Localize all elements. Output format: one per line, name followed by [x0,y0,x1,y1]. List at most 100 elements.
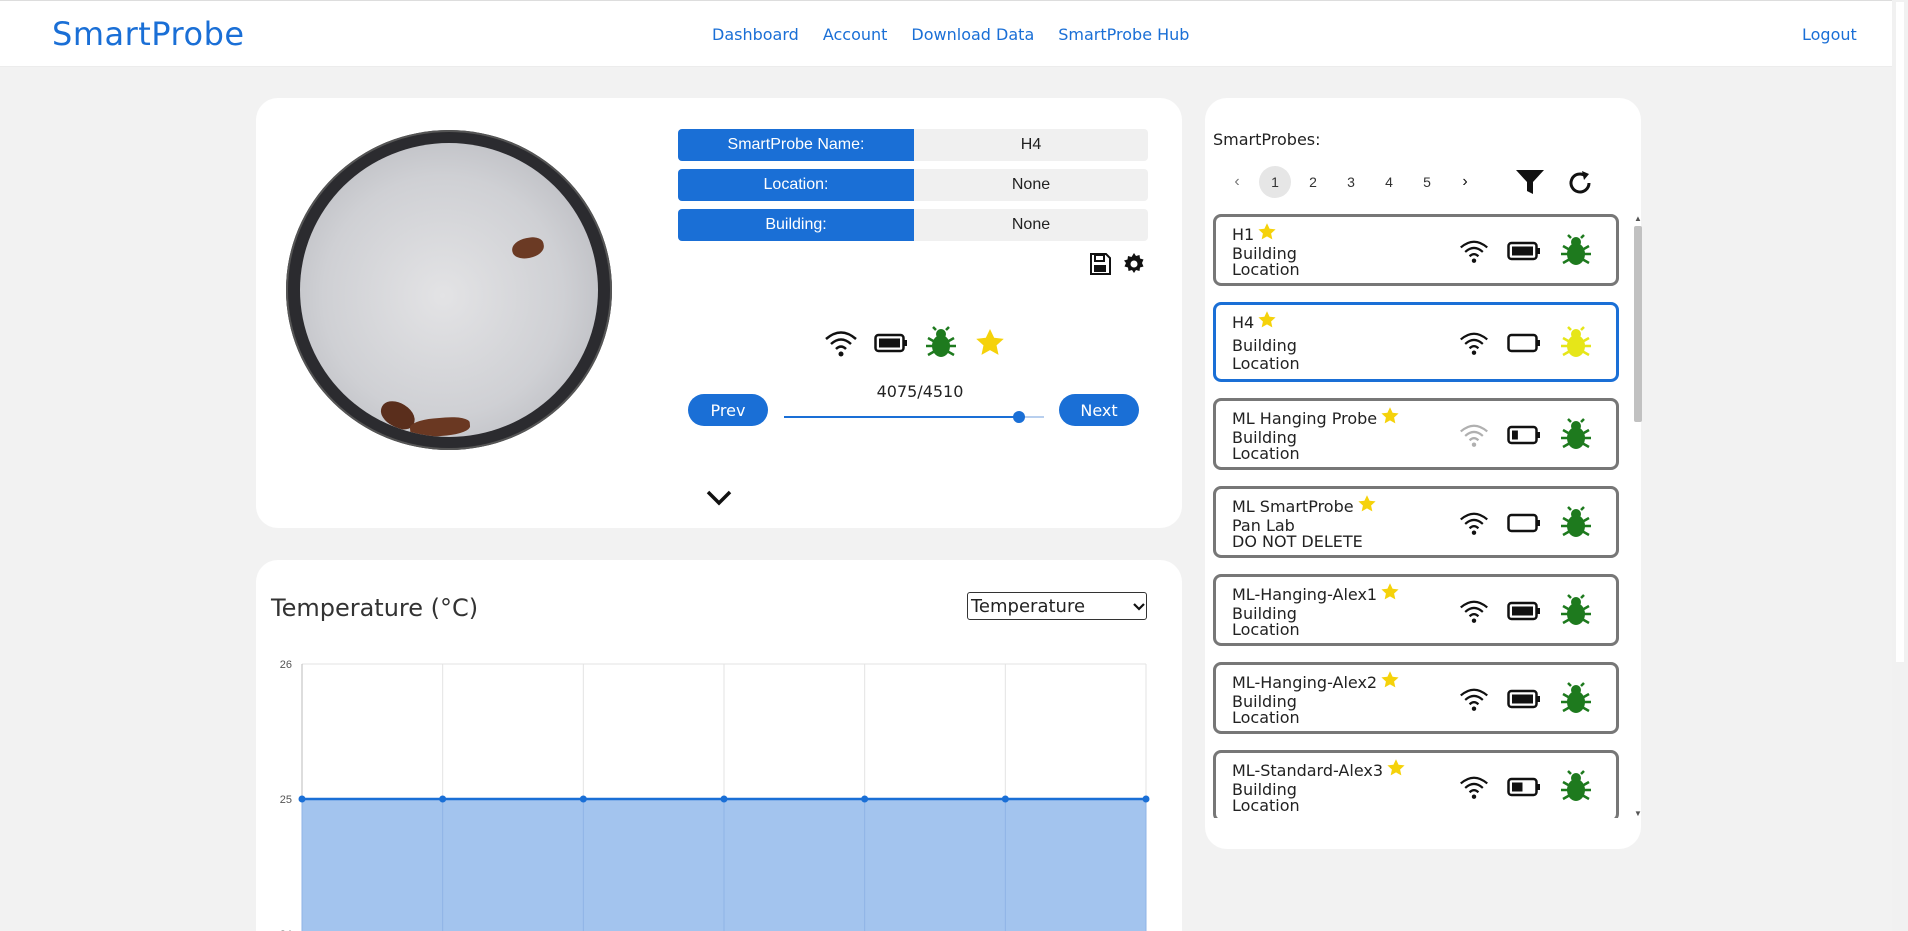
prev-button[interactable]: Prev [688,394,768,426]
probe-building: Building [1232,336,1297,355]
probe-location: Location [1232,260,1300,279]
page-1[interactable]: 1 [1259,166,1291,198]
wifi-icon [824,329,858,362]
probe-card[interactable]: H1 Building Location [1213,214,1619,286]
data-point [861,795,869,803]
petri-dish [300,143,598,437]
insect [510,235,546,261]
probe-location: Location [1232,620,1300,639]
info-value-name[interactable]: H4 [914,129,1148,161]
battery-low-icon [1507,425,1541,450]
probe-card[interactable]: H4 Building Location [1213,302,1619,382]
battery-full-icon [1507,601,1541,626]
chevron-down-icon[interactable] [704,488,734,513]
insect [409,415,471,437]
info-value-building[interactable]: None [914,209,1148,241]
scroll-up-arrow[interactable]: ▲ [1634,214,1642,223]
y-tick-label: 25 [280,794,292,806]
info-label: Building: [678,209,914,241]
probe-card[interactable]: ML Hanging Probe Building Location [1213,398,1619,470]
probe-name: ML Hanging Probe [1232,408,1378,428]
probe-card[interactable]: ML-Standard-Alex3 Building Location [1213,750,1619,818]
probe-camera-image [286,130,612,450]
scroll-down-arrow[interactable]: ▼ [1634,809,1642,818]
probe-status-icons [1459,418,1593,457]
page-5[interactable]: 5 [1411,166,1443,198]
probe-name-row: ML Hanging Probe [1232,406,1400,430]
star-icon[interactable] [974,327,1006,364]
info-row-building: Building: None [678,209,1148,241]
page-2[interactable]: 2 [1297,166,1329,198]
probe-status-icons [1459,594,1593,633]
probe-detail-card: SmartProbe Name: H4 Location: None Build… [256,98,1182,528]
star-icon[interactable] [1380,582,1400,606]
probe-name: ML-Hanging-Alex2 [1232,672,1378,692]
nav-links: Dashboard Account Download Data SmartPro… [712,25,1189,44]
save-icon[interactable] [1088,252,1112,281]
gear-icon[interactable] [1122,252,1146,281]
chevron-right-icon[interactable]: › [1449,166,1481,198]
battery-empty-icon [1507,333,1541,358]
probe-location: Location [1232,708,1300,727]
wifi-icon [1459,510,1489,541]
data-point [298,795,306,803]
probe-card[interactable]: ML SmartProbe Pan Lab DO NOT DELETE [1213,486,1619,558]
probe-name-row: H1 [1232,222,1277,246]
star-icon[interactable] [1380,670,1400,694]
temperature-chart: 242526 [280,659,1150,931]
page-4[interactable]: 4 [1373,166,1405,198]
probe-name-row: ML-Hanging-Alex1 [1232,582,1400,606]
battery-half-icon [1507,777,1541,802]
probe-name-row: ML-Hanging-Alex2 [1232,670,1400,694]
next-button[interactable]: Next [1059,394,1139,426]
probe-location: Location [1232,354,1300,373]
bug-icon [924,326,958,365]
probe-name: H4 [1232,312,1255,332]
bug-green-icon [1559,770,1593,809]
probe-location: DO NOT DELETE [1232,532,1363,551]
logout-link[interactable]: Logout [1802,25,1857,44]
bug-green-icon [1559,594,1593,633]
star-icon[interactable] [1357,494,1377,518]
info-row-location: Location: None [678,169,1148,201]
filter-icon[interactable] [1515,168,1545,201]
probe-card[interactable]: ML-Hanging-Alex1 Building Location [1213,574,1619,646]
star-icon[interactable] [1257,222,1277,246]
star-icon[interactable] [1386,758,1406,782]
chart-card: Temperature (°C) Temperature 242526 [256,560,1182,931]
battery-full-icon [1507,241,1541,266]
slider-thumb[interactable] [1012,411,1025,423]
page-scrollbar[interactable] [1892,0,1908,931]
probe-card[interactable]: ML-Hanging-Alex2 Building Location [1213,662,1619,734]
info-label: Location: [678,169,914,201]
nav-download-data[interactable]: Download Data [911,25,1034,44]
brand-logo[interactable]: SmartProbe [52,15,245,53]
page-scroll-thumb[interactable] [1896,2,1904,662]
star-icon[interactable] [1257,310,1277,334]
probe-list-label: SmartProbes: [1213,130,1321,149]
nav-dashboard[interactable]: Dashboard [712,25,799,44]
nav-smartprobe-hub[interactable]: SmartProbe Hub [1058,25,1189,44]
probe-name: ML SmartProbe [1232,496,1354,516]
info-value-location[interactable]: None [914,169,1148,201]
data-point [439,795,447,803]
battery-empty-icon [1507,513,1541,538]
probe-tools [1088,252,1146,281]
data-point [1001,795,1009,803]
probe-list-scrollbar[interactable]: ▲ ▼ [1632,214,1644,818]
battery-full-icon [874,333,908,358]
probe-info-table: SmartProbe Name: H4 Location: None Build… [678,129,1148,249]
image-slider[interactable] [784,411,1044,423]
star-icon[interactable] [1380,406,1400,430]
wifi-icon [1459,598,1489,629]
nav-account[interactable]: Account [823,25,888,44]
chevron-left-icon[interactable]: ‹ [1221,166,1253,198]
page-3[interactable]: 3 [1335,166,1367,198]
refresh-icon[interactable] [1567,170,1593,201]
probe-status-icons [1459,326,1593,365]
bug-green-icon [1559,234,1593,273]
scroll-thumb[interactable] [1634,226,1642,422]
info-row-name: SmartProbe Name: H4 [678,129,1148,161]
probe-name: ML-Standard-Alex3 [1232,760,1384,780]
probe-name-row: H4 [1232,310,1277,334]
